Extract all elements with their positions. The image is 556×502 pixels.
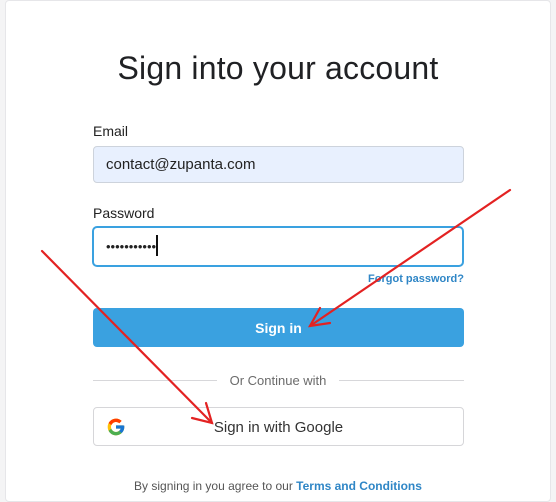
divider-right	[339, 380, 464, 381]
page-title: Sign into your account	[117, 50, 439, 86]
forgot-password-link[interactable]: Forgot password?	[368, 273, 464, 285]
legal-text: By signing in you agree to our Terms and…	[0, 479, 556, 493]
password-label: Password	[93, 205, 155, 221]
divider-text: Or Continue with	[229, 373, 327, 388]
sign-in-button[interactable]: Sign in	[93, 308, 464, 347]
email-field[interactable]	[93, 146, 464, 183]
text-caret	[156, 235, 158, 256]
email-label: Email	[93, 123, 129, 139]
google-sign-in-button[interactable]: Sign in with Google	[93, 407, 464, 446]
terms-link[interactable]: Terms and Conditions	[296, 479, 422, 493]
password-field[interactable]	[92, 226, 464, 267]
legal-prefix: By signing in you agree to our	[134, 479, 293, 493]
google-button-label: Sign in with Google	[213, 419, 344, 436]
